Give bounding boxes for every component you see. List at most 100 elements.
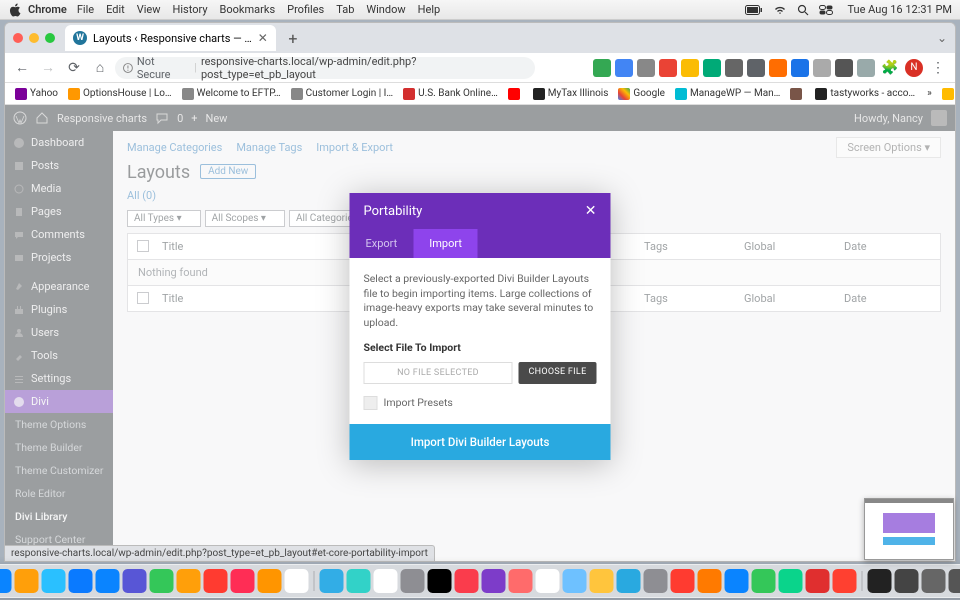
howdy[interactable]: Howdy, Nancy [854, 112, 923, 125]
sidebar-sub-theme-customizer[interactable]: Theme Customizer [5, 459, 113, 482]
menu-view[interactable]: View [137, 3, 161, 16]
sidebar-item-appearance[interactable]: Appearance [5, 275, 113, 298]
extension-icon[interactable] [813, 59, 831, 77]
menu-tab[interactable]: Tab [336, 3, 354, 16]
chrome-menu-icon[interactable]: ⋮ [927, 57, 949, 79]
menu-window[interactable]: Window [366, 3, 405, 16]
comment-icon[interactable] [155, 111, 169, 125]
dock-app-icon[interactable] [15, 569, 39, 593]
sidebar-item-settings[interactable]: Settings [5, 367, 113, 390]
sidebar-item-projects[interactable]: Projects [5, 246, 113, 269]
new-plus[interactable]: + [191, 112, 197, 125]
extension-icon[interactable] [637, 59, 655, 77]
dock-app-icon[interactable] [123, 569, 147, 593]
dock-app-icon[interactable] [428, 569, 452, 593]
new-tab-button[interactable]: + [282, 27, 304, 49]
dock-app-icon[interactable] [617, 569, 641, 593]
extension-icon[interactable] [681, 59, 699, 77]
dock-app-icon[interactable] [285, 569, 309, 593]
browser-tab[interactable]: W Layouts ‹ Responsive charts — … ✕ [65, 25, 276, 51]
sidebar-sub-role-editor[interactable]: Role Editor [5, 482, 113, 505]
extension-icon[interactable] [703, 59, 721, 77]
dock-app-icon[interactable] [725, 569, 749, 593]
dock-app-icon[interactable] [895, 569, 919, 593]
bookmark-item[interactable]: Welcome to EFTP… [178, 88, 285, 100]
bookmarks-overflow[interactable]: » [923, 88, 936, 99]
dock-app-icon[interactable] [204, 569, 228, 593]
dock-app-icon[interactable] [231, 569, 255, 593]
new-link[interactable]: New [206, 112, 228, 125]
dock-app-icon[interactable] [374, 569, 398, 593]
window-minimize[interactable] [29, 33, 39, 43]
dock-app-icon[interactable] [563, 569, 587, 593]
bookmark-item[interactable]: OptionsHouse | Lo… [64, 88, 176, 100]
dock-app-icon[interactable] [922, 569, 946, 593]
bookmark-item[interactable]: Google [614, 88, 669, 100]
dock-app-icon[interactable] [347, 569, 371, 593]
extensions-puzzle-icon[interactable]: 🧩 [879, 57, 901, 79]
nav-back-button[interactable]: ← [11, 57, 33, 79]
search-icon[interactable] [797, 4, 809, 16]
tabs-overflow-icon[interactable]: ⌄ [937, 31, 947, 45]
control-center-icon[interactable] [819, 5, 833, 15]
sidebar-item-pages[interactable]: Pages [5, 200, 113, 223]
dock-app-icon[interactable] [752, 569, 776, 593]
tab-manage-categories[interactable]: Manage Categories [127, 141, 222, 154]
menu-history[interactable]: History [173, 3, 208, 16]
select-all-checkbox[interactable] [137, 240, 149, 252]
dock-app-icon[interactable] [536, 569, 560, 593]
nav-reload-button[interactable]: ⟳ [63, 57, 85, 79]
extension-icon[interactable] [835, 59, 853, 77]
choose-file-button[interactable]: CHOOSE FILE [518, 362, 596, 384]
other-bookmarks[interactable]: Other Bookmarks [938, 88, 955, 100]
dock-app-icon[interactable] [42, 569, 66, 593]
sidebar-item-tools[interactable]: Tools [5, 344, 113, 367]
import-presets-checkbox[interactable] [364, 396, 378, 410]
dock-app-icon[interactable] [320, 569, 344, 593]
modal-tab-import[interactable]: Import [413, 229, 478, 258]
profile-avatar[interactable]: N [905, 59, 923, 77]
address-bar[interactable]: Not Secure | responsive-charts.local/wp-… [115, 57, 535, 79]
bookmark-item[interactable]: Customer Login | I… [287, 88, 397, 100]
picture-in-picture-preview[interactable] [864, 498, 954, 560]
modal-tab-export[interactable]: Export [350, 229, 414, 258]
menubar-clock[interactable]: Tue Aug 16 12:31 PM [847, 3, 952, 16]
bookmark-item[interactable] [504, 88, 527, 100]
add-new-button[interactable]: Add New [200, 164, 256, 179]
import-layouts-button[interactable]: Import Divi Builder Layouts [350, 424, 611, 460]
bookmark-item[interactable]: U.S. Bank Online… [399, 88, 502, 100]
dock-app-icon[interactable] [177, 569, 201, 593]
nav-forward-button[interactable]: → [37, 57, 59, 79]
bookmark-item[interactable] [786, 88, 809, 100]
home-icon[interactable] [35, 111, 49, 125]
dock-app-icon[interactable] [644, 569, 668, 593]
extension-icon[interactable] [747, 59, 765, 77]
menu-edit[interactable]: Edit [106, 3, 125, 16]
sidebar-sub-theme-builder[interactable]: Theme Builder [5, 436, 113, 459]
dock-app-icon[interactable] [698, 569, 722, 593]
modal-close-button[interactable]: ✕ [585, 203, 597, 219]
col-date[interactable]: Date [840, 234, 940, 259]
sidebar-item-media[interactable]: Media [5, 177, 113, 200]
sidebar-item-users[interactable]: Users [5, 321, 113, 344]
sidebar-item-dashboard[interactable]: Dashboard [5, 131, 113, 154]
dock-app-icon[interactable] [671, 569, 695, 593]
dock-app-icon[interactable] [96, 569, 120, 593]
dock-app-icon[interactable] [779, 569, 803, 593]
user-avatar-icon[interactable] [931, 110, 947, 126]
dock-app-icon[interactable] [806, 569, 830, 593]
sidebar-item-comments[interactable]: Comments [5, 223, 113, 246]
extension-icon[interactable] [769, 59, 787, 77]
wordpress-icon[interactable] [13, 111, 27, 125]
bookmark-item[interactable]: tastyworks - acco… [811, 88, 919, 100]
dock-app-icon[interactable] [590, 569, 614, 593]
bookmark-item[interactable]: ManageWP — Man… [671, 88, 784, 100]
sidebar-item-posts[interactable]: Posts [5, 154, 113, 177]
bookmark-item[interactable]: MyTax Illinois [529, 88, 613, 100]
nav-home-button[interactable]: ⌂ [89, 57, 111, 79]
sidebar-sub-theme-options[interactable]: Theme Options [5, 413, 113, 436]
dock-app-icon[interactable] [0, 569, 12, 593]
extension-icon[interactable] [615, 59, 633, 77]
tab-close-icon[interactable]: ✕ [258, 31, 268, 45]
select-all-checkbox-footer[interactable] [137, 292, 149, 304]
